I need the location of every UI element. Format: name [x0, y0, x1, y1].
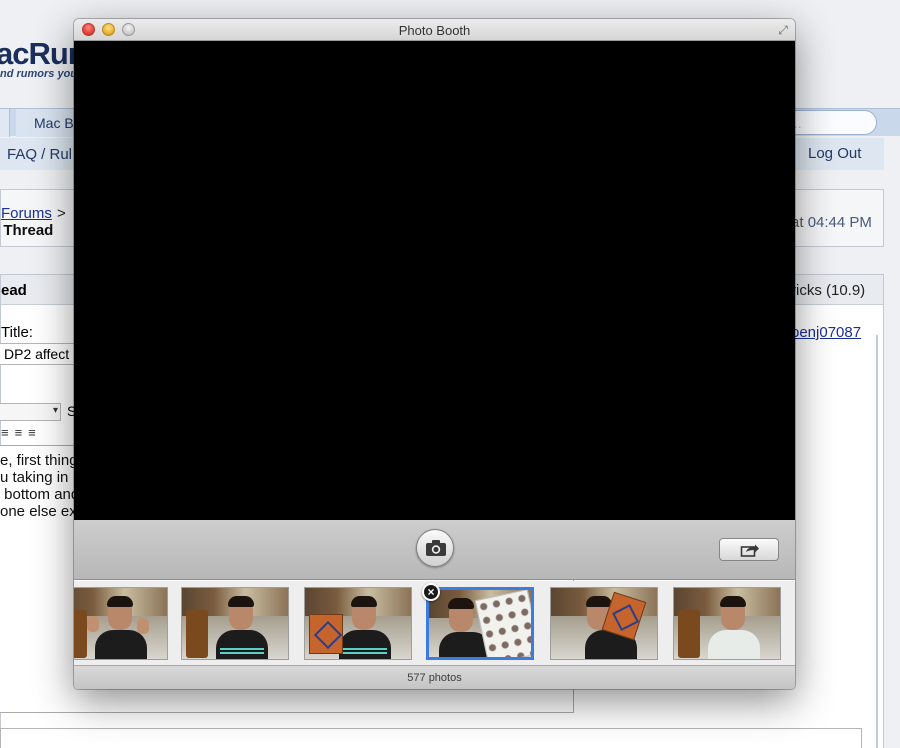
photo-thumbnail[interactable]: [74, 587, 168, 660]
photo-thumbnail[interactable]: [304, 587, 412, 660]
nav-tab-left[interactable]: [0, 109, 10, 137]
delete-photo-button[interactable]: ×: [422, 583, 440, 601]
title-label: Title:: [1, 324, 33, 341]
time-value: 04:44 PM: [807, 214, 872, 231]
photo-count: 577 photos: [407, 672, 462, 684]
editor-text: e, first thing u taking in bottom and on…: [0, 452, 80, 520]
thread-heading: / Thread: [0, 222, 54, 239]
logout-link[interactable]: Log Out: [808, 145, 861, 162]
user-link[interactable]: oenj07087: [791, 324, 861, 341]
align-buttons[interactable]: ≡≡≡: [1, 425, 42, 440]
photo-thumbnail[interactable]: [673, 587, 781, 660]
capture-toolbar: [74, 520, 795, 580]
photo-thumbnail[interactable]: [550, 587, 658, 660]
status-bar: 577 photos: [74, 665, 795, 689]
camera-icon: [426, 540, 446, 556]
photo-viewer: [74, 41, 795, 520]
fullscreen-icon[interactable]: ⤢: [776, 23, 790, 37]
faq-link[interactable]: FAQ / Rul: [7, 146, 72, 163]
photo-thumbnail[interactable]: [181, 587, 289, 660]
photo-thumbnail-selected[interactable]: [426, 587, 534, 660]
share-icon: [740, 544, 759, 557]
lower-panel: [0, 728, 862, 748]
photo-booth-window: Photo Booth ⤢ × 577 photos: [74, 19, 795, 689]
share-button[interactable]: [719, 538, 779, 561]
breadcrumb-separator: >: [57, 205, 66, 222]
site-tagline: nd rumors you: [0, 68, 78, 80]
nav-tab-mac-label[interactable]: Mac B: [34, 115, 74, 131]
forum-name: ricks (10.9): [791, 282, 866, 299]
photo-strip[interactable]: ×: [74, 581, 795, 665]
section-heading: ead: [1, 282, 27, 299]
title-bar[interactable]: Photo Booth ⤢: [74, 19, 795, 41]
window-title: Photo Booth: [398, 23, 471, 38]
take-photo-button[interactable]: [416, 529, 454, 567]
font-select[interactable]: [0, 403, 61, 421]
current-time: at 04:44 PM: [791, 214, 872, 231]
sidebar-divider: [876, 335, 878, 748]
breadcrumb-forums-link[interactable]: Forums: [1, 205, 52, 222]
